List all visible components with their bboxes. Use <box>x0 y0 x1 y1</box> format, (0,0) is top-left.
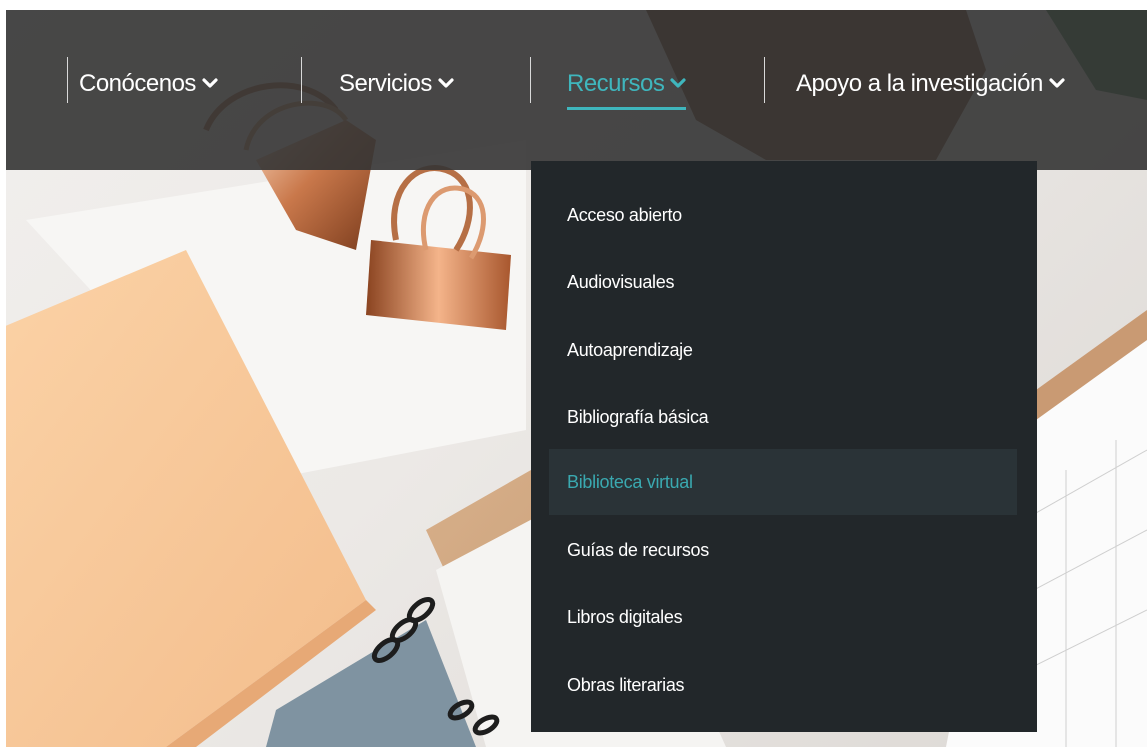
dropdown-item-biblioteca-virtual[interactable]: Biblioteca virtual <box>549 449 1017 515</box>
dropdown-item-acceso-abierto[interactable]: Acceso abierto <box>549 182 1017 248</box>
dropdown-item-label: Acceso abierto <box>567 204 682 225</box>
dropdown-item-bibliografia-basica[interactable]: Bibliografía básica <box>549 384 1017 450</box>
dropdown-item-autoaprendizaje[interactable]: Autoaprendizaje <box>549 317 1017 383</box>
nav-item-recursos[interactable]: Recursos <box>567 62 687 110</box>
dropdown-item-label: Audiovisuales <box>567 271 675 292</box>
nav-item-apoyo-investigacion[interactable]: Apoyo a la investigación <box>796 62 1065 106</box>
chevron-down-icon <box>670 78 686 88</box>
dropdown-item-label: Autoaprendizaje <box>567 339 693 360</box>
nav-item-label: Apoyo a la investigación <box>796 70 1043 97</box>
nav-item-label: Recursos <box>567 70 665 97</box>
nav-item-label: Servicios <box>339 70 432 97</box>
dropdown-item-label: Obras literarias <box>567 674 685 695</box>
recursos-dropdown-menu: Acceso abierto Audiovisuales Autoaprendi… <box>531 161 1037 732</box>
dropdown-item-label: Biblioteca virtual <box>567 471 693 492</box>
chevron-down-icon <box>202 78 218 88</box>
chevron-down-icon <box>438 78 454 88</box>
nav-divider <box>67 57 68 103</box>
dropdown-item-label: Guías de recursos <box>567 539 709 560</box>
active-nav-underline <box>567 107 687 110</box>
dropdown-item-libros-digitales[interactable]: Libros digitales <box>549 584 1017 650</box>
nav-item-label: Conócenos <box>79 70 196 97</box>
page: Conócenos Servicios Recursos Apoyo a la … <box>0 0 1147 747</box>
dropdown-item-obras-literarias[interactable]: Obras literarias <box>549 652 1017 718</box>
nav-item-servicios[interactable]: Servicios <box>339 62 454 106</box>
nav-divider <box>764 57 765 103</box>
nav-item-conocenos[interactable]: Conócenos <box>79 62 218 106</box>
chevron-down-icon <box>1049 78 1065 88</box>
dropdown-item-label: Bibliografía básica <box>567 406 709 427</box>
nav-divider <box>530 57 531 103</box>
main-navigation-bar: Conócenos Servicios Recursos Apoyo a la … <box>6 10 1147 170</box>
dropdown-item-guias-de-recursos[interactable]: Guías de recursos <box>549 517 1017 583</box>
dropdown-item-audiovisuales[interactable]: Audiovisuales <box>549 249 1017 315</box>
nav-divider <box>301 57 302 103</box>
dropdown-item-label: Libros digitales <box>567 606 683 627</box>
